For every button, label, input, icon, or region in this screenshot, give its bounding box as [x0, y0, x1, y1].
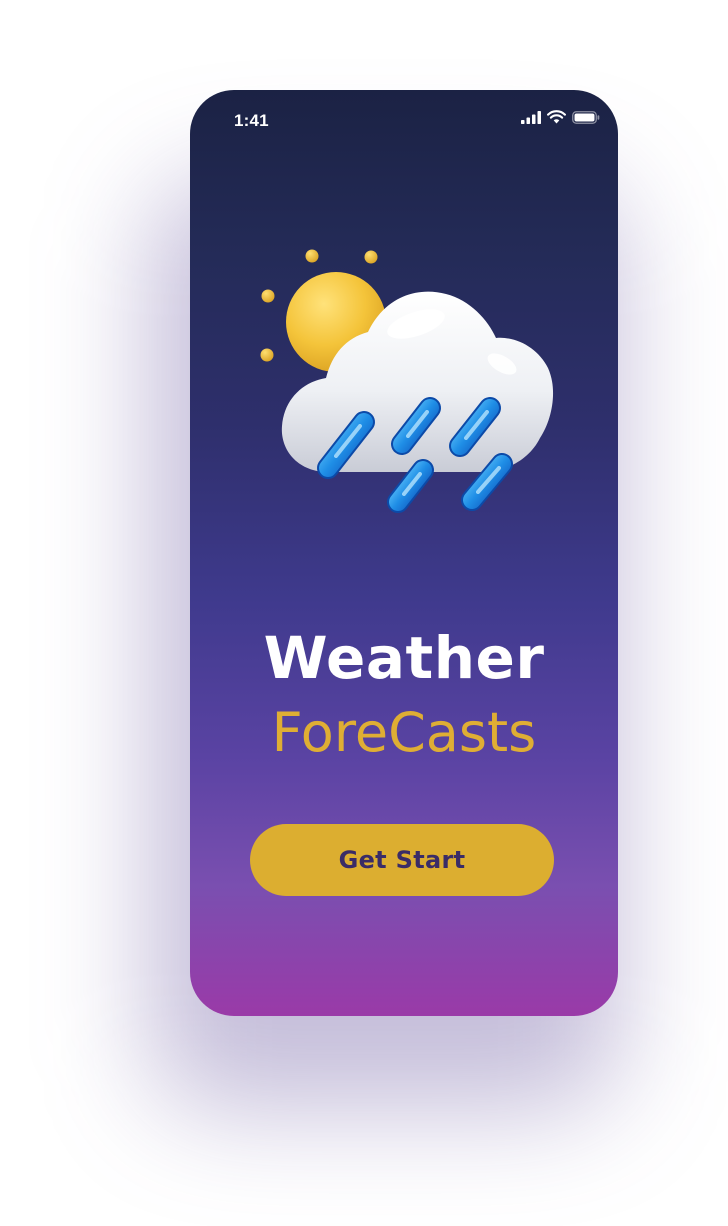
get-start-button[interactable]: Get Start: [250, 824, 554, 896]
signal-icon: [521, 110, 541, 124]
sun-cloud-rain-icon: [240, 240, 570, 530]
title-weather: Weather: [263, 624, 545, 692]
battery-icon: [572, 110, 600, 124]
stage: 1:41 Weather ForeCasts Get Start: [0, 0, 728, 1226]
title-forecasts: ForeCasts: [271, 701, 537, 764]
status-icons: [521, 110, 600, 124]
status-time: 1:41: [234, 111, 269, 130]
status-bar: 1:41: [190, 90, 618, 150]
phone-screen: 1:41 Weather ForeCasts Get Start: [190, 90, 618, 1016]
wifi-icon: [547, 110, 566, 124]
